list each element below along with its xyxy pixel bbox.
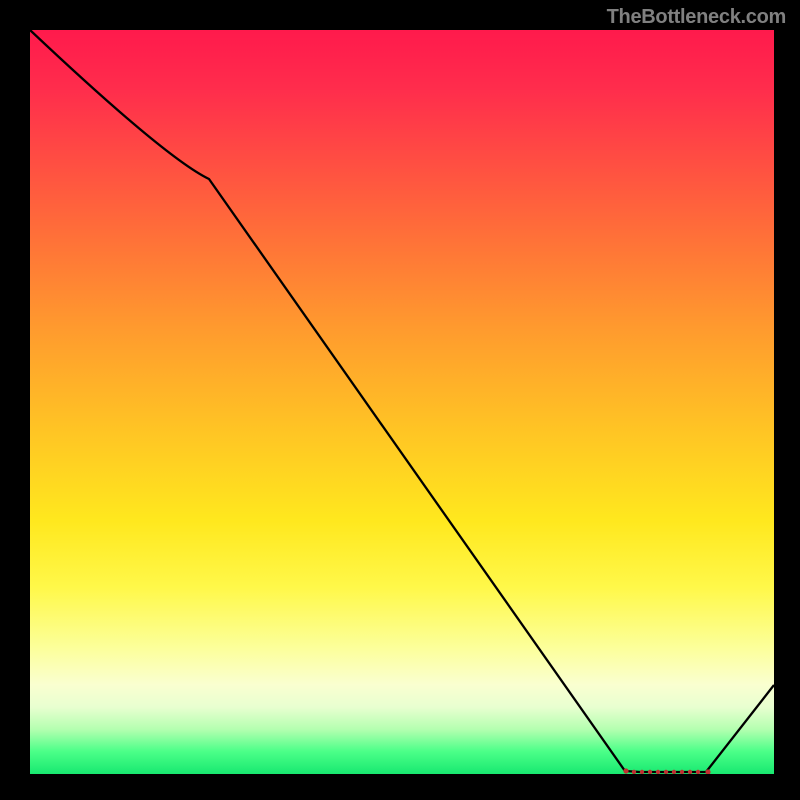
plot-area xyxy=(30,30,774,774)
chart-svg xyxy=(30,30,774,774)
bottleneck-curve xyxy=(30,30,774,772)
chart-container: TheBottleneck.com xyxy=(0,0,800,800)
watermark-text: TheBottleneck.com xyxy=(607,6,786,29)
